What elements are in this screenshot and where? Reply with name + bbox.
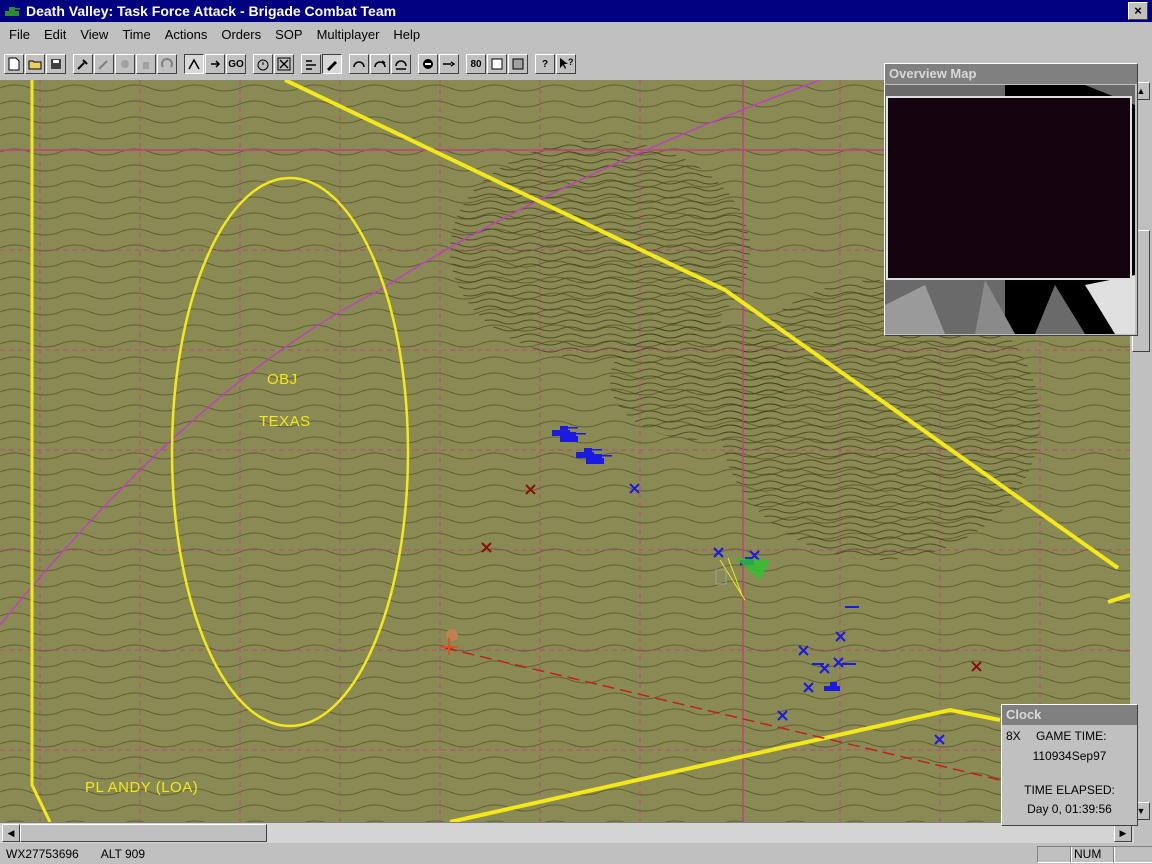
pencil-icon <box>327 61 337 71</box>
menu-view[interactable]: View <box>73 27 115 42</box>
overview-map-view[interactable] <box>885 85 1135 334</box>
formation-button[interactable] <box>301 54 321 74</box>
new-file-button[interactable] <box>4 54 24 74</box>
smoke-icon <box>121 60 129 68</box>
attack-icon <box>374 60 386 68</box>
attack-button[interactable] <box>370 54 390 74</box>
objective-label-line2: TEXAS <box>259 413 311 430</box>
help-label: ? <box>541 58 549 70</box>
game-time-value: 110934Sep97 <box>1032 749 1107 763</box>
defend-button[interactable] <box>391 54 411 74</box>
hand-icon <box>143 62 149 69</box>
rotate-icon <box>161 58 173 68</box>
horizontal-scroll-thumb[interactable] <box>20 824 267 842</box>
return-fire-button[interactable] <box>157 54 177 74</box>
menu-edit[interactable]: Edit <box>37 27 73 42</box>
graphics-icon <box>512 58 524 70</box>
speed-button[interactable] <box>439 54 459 74</box>
go-button[interactable]: GO <box>226 54 246 74</box>
cancel-icon <box>277 57 291 71</box>
route-icon <box>188 58 200 70</box>
status-bar: WX27753696 ALT 909 NUM <box>0 844 1152 864</box>
folder-icon <box>28 60 42 70</box>
objective-label-line1: OBJ <box>267 371 298 388</box>
tank-icon <box>5 7 20 16</box>
menu-actions[interactable]: Actions <box>158 27 215 42</box>
menu-orders[interactable]: Orders <box>214 27 268 42</box>
move-unit-icon <box>353 61 365 68</box>
artillery-icon <box>98 60 108 70</box>
stop-icon <box>423 59 433 69</box>
overview-map-panel[interactable]: Overview Map <box>884 63 1138 336</box>
zoom-button[interactable]: 80 <box>466 54 486 74</box>
grid-reference: WX27753696 <box>6 847 79 861</box>
defend-icon <box>395 60 407 70</box>
game-time-label: GAME TIME: <box>1036 729 1107 743</box>
time-elapsed-label: TIME ELAPSED: <box>1024 783 1115 797</box>
zoom-label: 80 <box>470 58 482 70</box>
disk-icon <box>51 59 61 69</box>
time-speed[interactable]: 8X <box>1006 729 1021 743</box>
hold-fire-button[interactable] <box>136 54 156 74</box>
num-lock-indicator: NUM <box>1070 846 1115 863</box>
menu-multiplayer[interactable]: Multiplayer <box>310 27 387 42</box>
gun-icon <box>77 59 88 70</box>
cancel-orders-button[interactable] <box>274 54 294 74</box>
indirect-fire-button[interactable] <box>94 54 114 74</box>
menu-time[interactable]: Time <box>115 27 157 42</box>
pointer-help-icon: ? <box>560 57 574 69</box>
reports-button[interactable] <box>487 54 507 74</box>
menu-file[interactable]: File <box>2 27 37 42</box>
timer-button[interactable] <box>253 54 273 74</box>
horizontal-scrollbar[interactable]: ◀ ▶ <box>0 822 1134 843</box>
direct-fire-button[interactable] <box>73 54 93 74</box>
draw-route-button[interactable] <box>322 54 342 74</box>
overview-viewport <box>886 96 1132 280</box>
scroll-right-button[interactable]: ▶ <box>1114 824 1132 842</box>
close-button[interactable]: × <box>1128 2 1148 20</box>
menu-bar: File Edit View Time Actions Orders SOP M… <box>0 23 1152 45</box>
clock-title[interactable]: Clock <box>1002 705 1137 725</box>
report-icon <box>491 58 503 70</box>
hill-ridge <box>610 320 790 440</box>
fast-forward-icon <box>443 61 456 67</box>
phase-line-label: PL ANDY (LOA) <box>85 779 199 796</box>
scroll-left-button[interactable]: ◀ <box>2 824 20 842</box>
altitude-readout: ALT 909 <box>100 847 145 861</box>
stopwatch-icon <box>257 59 269 71</box>
graphics-button[interactable] <box>508 54 528 74</box>
arrow-right-icon <box>211 60 221 68</box>
time-elapsed-value: Day 0, 01:39:56 <box>1027 802 1112 816</box>
waypoint-button[interactable] <box>205 54 225 74</box>
status-indicator-blank <box>1037 846 1072 863</box>
context-help-button[interactable]: ? <box>556 54 576 74</box>
formation-icon <box>306 60 316 70</box>
clock-panel[interactable]: Clock 8X GAME TIME: 110934Sep97 TIME ELA… <box>1001 704 1138 826</box>
move-button[interactable] <box>349 54 369 74</box>
menu-help[interactable]: Help <box>386 27 427 42</box>
overview-map-title[interactable]: Overview Map <box>885 64 1137 84</box>
stop-button[interactable] <box>418 54 438 74</box>
smoke-button[interactable] <box>115 54 135 74</box>
open-file-button[interactable] <box>25 54 45 74</box>
help-button[interactable]: ? <box>535 54 555 74</box>
svg-text:?: ? <box>568 57 574 67</box>
route-mode-button[interactable] <box>184 54 204 74</box>
status-indicator-blank-2 <box>1113 846 1152 863</box>
new-file-icon <box>8 57 20 71</box>
go-label: GO <box>228 58 244 70</box>
save-button[interactable] <box>46 54 66 74</box>
menu-sop[interactable]: SOP <box>268 27 309 42</box>
title-bar: Death Valley: Task Force Attack - Brigad… <box>0 0 1152 22</box>
window-title: Death Valley: Task Force Attack - Brigad… <box>26 3 397 19</box>
